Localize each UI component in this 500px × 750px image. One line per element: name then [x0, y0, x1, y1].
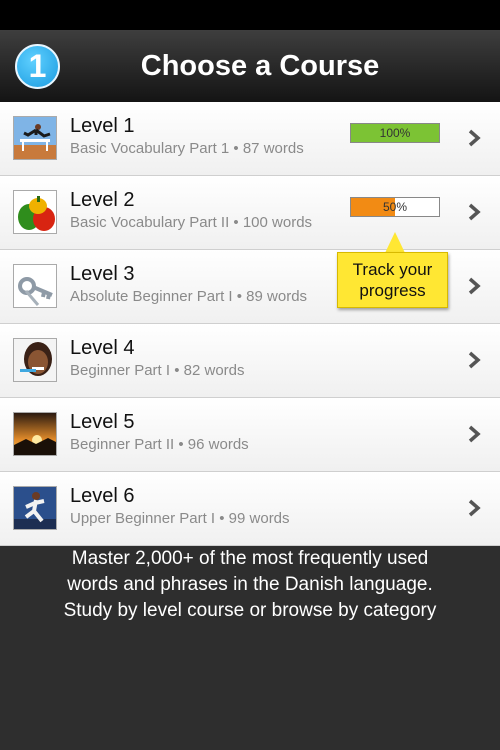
chevron-right-icon: [468, 351, 481, 369]
tooltip-line: Track your: [352, 260, 433, 279]
tooltip-arrow: [385, 232, 405, 253]
footer-description: Master 2,000+ of the most frequently use…: [0, 546, 500, 624]
course-subtitle: Basic Vocabulary Part 1 • 87 words: [70, 140, 304, 157]
chevron-right-icon: [468, 203, 481, 221]
page-title: Choose a Course: [140, 50, 380, 82]
course-title: Level 6: [70, 485, 135, 507]
course-row-level-4[interactable]: Level 4 Beginner Part I • 82 words: [0, 324, 500, 398]
progress-bar: 50%: [350, 197, 440, 217]
peppers-photo-thumbnail: [13, 190, 57, 234]
footer-line: Master 2,000+ of the most frequently use…: [71, 548, 429, 569]
course-subtitle: Upper Beginner Part I • 99 words: [70, 510, 290, 527]
chevron-right-icon: [468, 129, 481, 147]
runner-photo-thumbnail: [13, 486, 57, 530]
course-subtitle: Beginner Part I • 82 words: [70, 362, 245, 379]
hurdler-photo-thumbnail: [13, 116, 57, 160]
course-title: Level 2: [70, 189, 135, 211]
keys-photo-thumbnail: [13, 264, 57, 308]
tooltip-line: progress: [359, 281, 426, 300]
status-bar: [0, 0, 500, 30]
course-row-level-2[interactable]: Level 2 Basic Vocabulary Part II • 100 w…: [0, 176, 500, 250]
chevron-right-icon: [468, 499, 481, 517]
sunset-photo-thumbnail: [13, 412, 57, 456]
header-bar: 1 Choose a Course: [0, 30, 500, 103]
course-title: Level 3: [70, 263, 135, 285]
course-subtitle: Absolute Beginner Part I • 89 words: [70, 288, 308, 305]
footer-line: words and phrases in the Danish language…: [67, 574, 433, 595]
track-progress-tooltip: Track your progress: [337, 252, 448, 308]
course-subtitle: Beginner Part II • 96 words: [70, 436, 249, 453]
course-row-level-5[interactable]: Level 5 Beginner Part II • 96 words: [0, 398, 500, 472]
course-title: Level 4: [70, 337, 135, 359]
progress-label: 50%: [382, 200, 408, 214]
course-list: Level 1 Basic Vocabulary Part 1 • 87 wor…: [0, 102, 500, 546]
course-title: Level 5: [70, 411, 135, 433]
course-title: Level 1: [70, 115, 135, 137]
course-row-level-1[interactable]: Level 1 Basic Vocabulary Part 1 • 87 wor…: [0, 102, 500, 176]
footer-line: Study by level course or browse by categ…: [63, 600, 437, 621]
chevron-right-icon: [468, 425, 481, 443]
chevron-right-icon: [468, 277, 481, 295]
woman-toothbrush-photo-thumbnail: [13, 338, 57, 382]
course-subtitle: Basic Vocabulary Part II • 100 words: [70, 214, 313, 231]
progress-label: 100%: [379, 126, 411, 140]
course-row-level-6[interactable]: Level 6 Upper Beginner Part I • 99 words: [0, 472, 500, 546]
progress-bar: 100%: [350, 123, 440, 143]
